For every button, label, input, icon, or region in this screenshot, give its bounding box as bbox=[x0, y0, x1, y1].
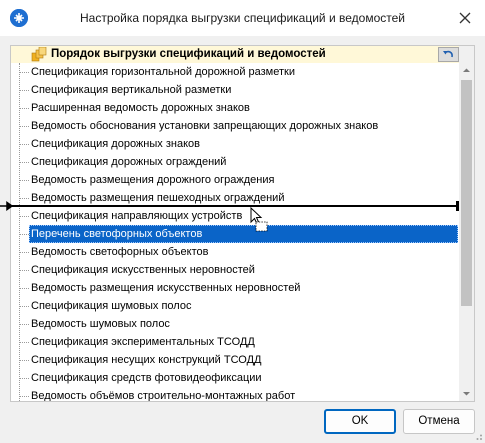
tree-branch-line bbox=[20, 108, 29, 109]
cancel-button[interactable]: Отмена bbox=[403, 409, 475, 434]
undo-icon bbox=[443, 50, 453, 58]
window-title: Настройка порядка выгрузки спецификаций … bbox=[80, 11, 405, 25]
close-button[interactable] bbox=[455, 8, 475, 28]
tree-branch-line bbox=[20, 288, 29, 289]
scroll-up-button[interactable] bbox=[459, 63, 474, 78]
tree-item[interactable]: Спецификация горизонтальной дорожной раз… bbox=[11, 63, 459, 81]
tree-item-label: Ведомость размещения дорожного ограждени… bbox=[31, 174, 275, 186]
title-bar: Настройка порядка выгрузки спецификаций … bbox=[0, 0, 485, 36]
reset-order-button[interactable] bbox=[438, 47, 459, 62]
tree-item-label: Спецификация горизонтальной дорожной раз… bbox=[31, 66, 295, 78]
drop-line-end bbox=[456, 201, 459, 211]
ok-button[interactable]: OK bbox=[324, 409, 396, 434]
tree-root-row[interactable]: Порядок выгрузки спецификаций и ведомост… bbox=[11, 46, 474, 63]
tree-item-label: Ведомость размещения искусственных неров… bbox=[31, 282, 301, 294]
vertical-scrollbar[interactable] bbox=[459, 46, 474, 401]
tree-item[interactable]: Расширенная ведомость дорожных знаков bbox=[11, 99, 459, 117]
tree-branch-line bbox=[20, 144, 29, 145]
tree-item[interactable]: Спецификация средств фотовидеофиксации bbox=[11, 369, 459, 387]
tree-item[interactable]: Ведомость шумовых полос bbox=[11, 315, 459, 333]
tree-item-label: Спецификация средств фотовидеофиксации bbox=[31, 372, 262, 384]
tree-item[interactable]: Спецификация шумовых полос bbox=[11, 297, 459, 315]
tree-item-label: Перечень светофорных объектов bbox=[31, 228, 203, 240]
order-tree[interactable]: Порядок выгрузки спецификаций и ведомост… bbox=[10, 45, 475, 402]
tree-item[interactable]: Перечень светофорных объектов bbox=[11, 225, 459, 243]
close-icon bbox=[459, 12, 471, 24]
drag-cursor-icon bbox=[250, 207, 268, 232]
tree-branch-line bbox=[20, 180, 29, 181]
tree-item-label: Расширенная ведомость дорожных знаков bbox=[31, 102, 250, 114]
tree-item[interactable]: Спецификация несущих конструкций ТСОДД bbox=[11, 351, 459, 369]
tree-item-label: Спецификация шумовых полос bbox=[31, 300, 192, 312]
drop-line bbox=[12, 205, 458, 207]
tree-items: Спецификация горизонтальной дорожной раз… bbox=[11, 63, 459, 402]
tree-item[interactable]: Спецификация искусственных неровностей bbox=[11, 261, 459, 279]
tree-branch-line bbox=[20, 72, 29, 73]
drop-insert-marker bbox=[0, 201, 460, 211]
tree-item-label: Спецификация дорожных ограждений bbox=[31, 156, 227, 168]
tree-branch-line bbox=[20, 90, 29, 91]
tree-branch-line bbox=[20, 198, 29, 199]
tree-item-label: Спецификация дорожных знаков bbox=[31, 138, 200, 150]
tree-branch-line bbox=[20, 324, 29, 325]
tree-item-label: Ведомость объёмов строительно-монтажных … bbox=[31, 390, 296, 402]
tree-item-label: Спецификация искусственных неровностей bbox=[31, 264, 255, 276]
chevron-up-icon bbox=[463, 68, 470, 72]
tree-branch-line bbox=[20, 126, 29, 127]
tree-item[interactable]: Ведомость обоснования установки запрещаю… bbox=[11, 117, 459, 135]
tree-item[interactable]: Спецификация дорожных ограждений bbox=[11, 153, 459, 171]
tree-branch-line bbox=[20, 396, 29, 397]
tree-item[interactable]: Ведомость светофорных объектов bbox=[11, 243, 459, 261]
tree-item-label: Спецификация вертикальной разметки bbox=[31, 84, 232, 96]
tree-item-label: Ведомость светофорных объектов bbox=[31, 246, 209, 258]
tree-item[interactable]: Спецификация экспериментальных ТСОДД bbox=[11, 333, 459, 351]
scrollbar-thumb[interactable] bbox=[461, 80, 472, 306]
chevron-down-icon bbox=[463, 392, 470, 396]
scroll-down-button[interactable] bbox=[459, 386, 474, 401]
tree-item-label: Ведомость обоснования установки запрещаю… bbox=[31, 120, 379, 132]
tree-item-label: Спецификация направляющих устройств bbox=[31, 210, 243, 222]
tree-branch-line bbox=[20, 342, 29, 343]
tree-item[interactable]: Спецификация дорожных знаков bbox=[11, 135, 459, 153]
tree-branch-line bbox=[20, 270, 29, 271]
stack-icon bbox=[31, 47, 47, 62]
resize-grip-icon[interactable] bbox=[473, 431, 483, 441]
tree-item[interactable]: Ведомость размещения искусственных неров… bbox=[11, 279, 459, 297]
tree-item-label: Ведомость шумовых полос bbox=[31, 318, 170, 330]
tree-item-label: Спецификация несущих конструкций ТСОДД bbox=[31, 354, 262, 366]
tree-branch-line bbox=[20, 378, 29, 379]
tree-branch-line bbox=[20, 234, 29, 235]
tree-item[interactable]: Ведомость объёмов строительно-монтажных … bbox=[11, 387, 459, 402]
tree-branch-line bbox=[20, 216, 29, 217]
tree-branch-line bbox=[20, 306, 29, 307]
tree-root-label: Порядок выгрузки спецификаций и ведомост… bbox=[51, 48, 326, 60]
tree-branch-line bbox=[20, 252, 29, 253]
tree-branch-line bbox=[20, 360, 29, 361]
tree-branch-line bbox=[20, 162, 29, 163]
tree-item-label: Спецификация экспериментальных ТСОДД bbox=[31, 336, 255, 348]
tree-item[interactable]: Ведомость размещения дорожного ограждени… bbox=[11, 171, 459, 189]
tree-item[interactable]: Спецификация вертикальной разметки bbox=[11, 81, 459, 99]
